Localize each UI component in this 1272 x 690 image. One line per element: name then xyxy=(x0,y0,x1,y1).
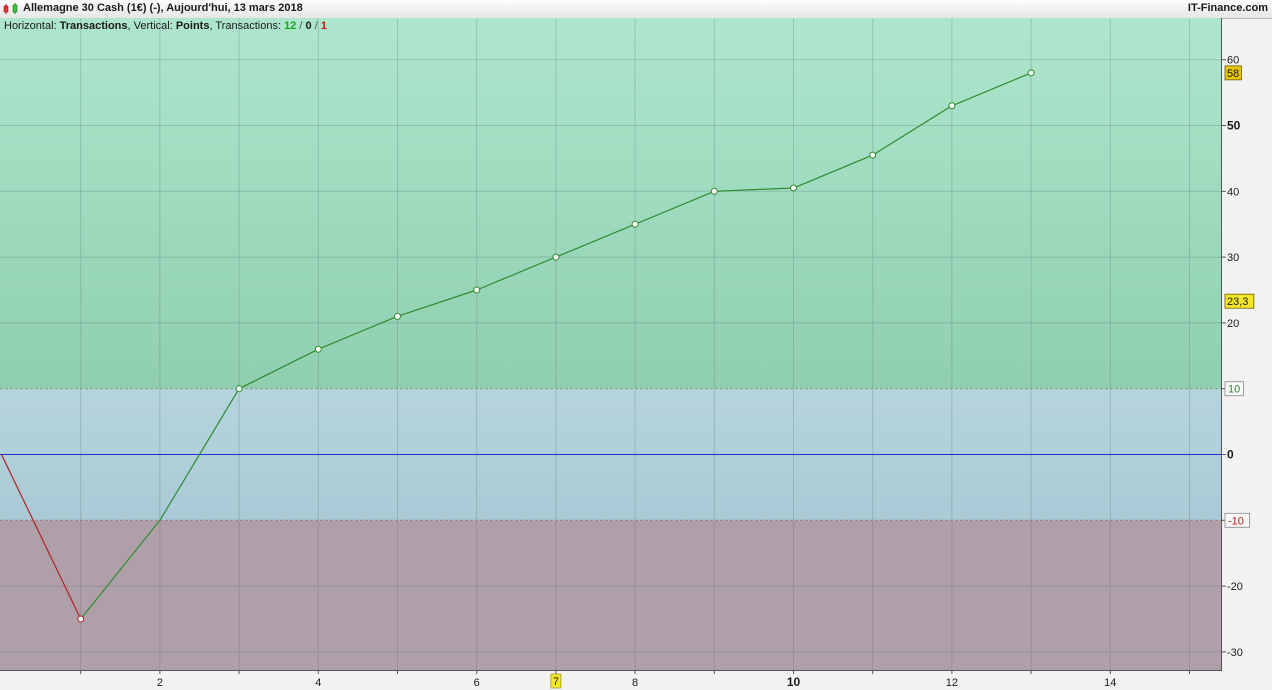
lower-zone xyxy=(0,520,1221,670)
transactions-sep-2: / xyxy=(314,20,318,32)
transactions-sep-1: / xyxy=(299,20,303,32)
vertical-label: Vertical: xyxy=(133,20,173,32)
data-point xyxy=(869,151,877,159)
data-point xyxy=(394,312,401,320)
y-tick-label: 40 xyxy=(1227,186,1239,198)
y-tick-label: 60 xyxy=(1227,55,1239,67)
data-point xyxy=(790,184,797,192)
candlestick-icon xyxy=(3,3,18,14)
y-tick-label: 50 xyxy=(1227,119,1241,133)
data-point xyxy=(948,102,956,110)
upper-zone xyxy=(0,18,1221,389)
y-tick-label: -30 xyxy=(1227,647,1243,659)
data-point xyxy=(631,220,639,228)
y-tick-label: 20 xyxy=(1227,318,1239,330)
transactions-lost: 1 xyxy=(320,20,327,32)
x-tick-label: 2 xyxy=(157,677,163,689)
data-point xyxy=(1027,69,1035,77)
data-point xyxy=(473,286,481,294)
data-point xyxy=(77,615,85,623)
title-bar: Allemagne 30 Cash (1€) (-), Aujourd'hui,… xyxy=(0,0,1272,19)
x-tick-label: 6 xyxy=(474,677,480,689)
data-point xyxy=(710,187,718,195)
y-tick-label: 0 xyxy=(1227,448,1234,462)
y-tick-label: 30 xyxy=(1227,252,1239,264)
data-point xyxy=(552,253,560,261)
threshold-label: -10 xyxy=(1228,515,1244,527)
transactions-neutral: 0 xyxy=(305,20,312,32)
chart-info-line: Horizontal: Transactions, Vertical: Poin… xyxy=(4,20,327,32)
transactions-label: Transactions: xyxy=(215,20,281,32)
y-tick-label: -20 xyxy=(1227,581,1243,593)
data-point xyxy=(235,385,243,393)
brand-label: IT-Finance.com xyxy=(1187,2,1268,14)
x-tick-label: 4 xyxy=(315,677,321,689)
x-tick-label: 8 xyxy=(632,677,638,689)
vertical-value: Points xyxy=(175,20,210,32)
chart-area: 2 4 6 8 10 12 14760504030200-20-3010-105823,3 xyxy=(0,18,1255,689)
transactions-won: 12 xyxy=(284,20,297,32)
x-tick-label: 10 xyxy=(787,675,801,689)
threshold-label: 10 xyxy=(1228,384,1240,396)
value-label: 58 xyxy=(1227,68,1239,80)
horizontal-value: Transactions xyxy=(59,20,128,32)
x-tick-label: 14 xyxy=(1104,677,1116,689)
chart-title: Allemagne 30 Cash (1€) (-), Aujourd'hui,… xyxy=(23,2,303,14)
horizontal-label: Horizontal: xyxy=(4,20,57,32)
x-tick-label: 12 xyxy=(946,677,958,689)
x-highlight-label: 7 xyxy=(553,676,559,688)
data-point xyxy=(314,345,322,353)
value-label: 23,3 xyxy=(1227,296,1248,308)
